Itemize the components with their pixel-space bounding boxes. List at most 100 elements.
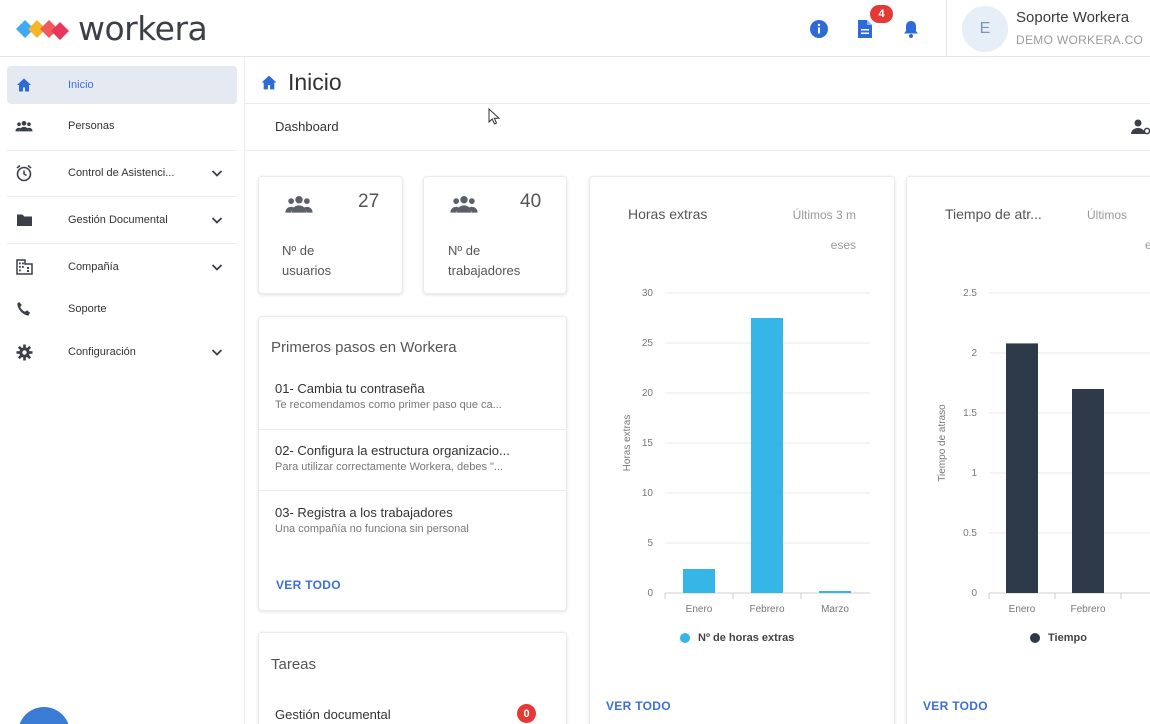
y-axis-title: Tiempo de atraso <box>937 404 948 482</box>
sidebar: Inicio Personas Control de Asistenci... … <box>0 57 245 724</box>
sidebar-item-label: Control de Asistenci... <box>68 167 175 179</box>
step-title: 02- Configura la estructura organizacio.… <box>275 443 510 458</box>
x-tick-label: Marzo <box>821 604 849 615</box>
phone-icon <box>15 300 33 318</box>
home-icon <box>15 76 33 94</box>
sidebar-item-label: Personas <box>68 120 115 132</box>
step-title: 03- Registra a los trabajadores <box>275 505 453 520</box>
logo-text: workera <box>78 9 208 48</box>
stat-label: Nº de usuarios <box>282 243 332 278</box>
stat-value: 27 <box>358 191 380 212</box>
chevron-down-icon <box>211 264 223 271</box>
overtime-bar-chart: 0 5 10 15 20 25 30 Enero Febrero Marzo Horas extra… <box>622 288 870 615</box>
sidebar-item-configuracion[interactable]: Configuración <box>7 333 237 371</box>
chart-legend[interactable]: Tiempo <box>1030 632 1087 644</box>
divider <box>259 429 567 430</box>
step-item[interactable]: 01- Cambia tu contraseña Te recomendamos… <box>259 381 567 441</box>
task-label[interactable]: Gestión documental <box>275 707 391 722</box>
divider <box>259 490 567 491</box>
x-tick-label: Febrero <box>1070 604 1105 615</box>
card-title: Primeros pasos en Workera <box>271 339 457 356</box>
sidebar-item-inicio[interactable]: Inicio <box>7 66 237 104</box>
people-icon <box>450 196 478 213</box>
chevron-down-icon <box>211 349 223 356</box>
stat-card-workers[interactable]: 40 Nº de trabajadores <box>423 176 567 294</box>
y-tick-label: 25 <box>642 338 654 349</box>
bar[interactable] <box>1006 343 1038 593</box>
divider <box>245 150 1150 151</box>
user-name[interactable]: Soporte Workera <box>1016 9 1129 26</box>
workera-logo-icon <box>16 20 69 40</box>
sidebar-item-label: Compañía <box>68 261 119 273</box>
delay-chart-card: Tiempo de atr... Últimos e 0 0.5 1 1.5 2 2.5 E… <box>906 176 1150 724</box>
step-title: 01- Cambia tu contraseña <box>275 381 425 396</box>
sidebar-item-control-asistencia[interactable]: Control de Asistenci... <box>7 154 237 192</box>
step-description: Para utilizar correctamente Workera, deb… <box>275 461 504 473</box>
stat-card-users[interactable]: 27 Nº de usuarios <box>258 176 403 294</box>
sidebar-item-label: Inicio <box>68 79 94 91</box>
stat-value: 40 <box>520 191 542 212</box>
step-description: Te recomendamos como primer paso que ca.… <box>275 399 502 411</box>
y-tick-label: 1.5 <box>963 408 977 419</box>
tab-dashboard[interactable]: Dashboard <box>275 119 339 134</box>
x-tick-label: Enero <box>686 604 713 615</box>
bar[interactable] <box>683 569 715 593</box>
chevron-down-icon <box>211 170 223 177</box>
people-settings-icon[interactable] <box>1130 118 1150 136</box>
workera-logo[interactable]: workera <box>14 9 208 48</box>
sidebar-item-label: Soporte <box>68 303 107 315</box>
y-tick-label: 5 <box>647 538 653 549</box>
user-avatar[interactable]: E <box>962 6 1008 52</box>
user-company: DEMO WORKERA.CO <box>1016 33 1144 47</box>
chevron-down-icon <box>211 217 223 224</box>
y-tick-label: 20 <box>642 388 654 399</box>
view-all-link[interactable]: VER TODO <box>606 699 671 713</box>
legend-swatch <box>680 633 690 643</box>
header-divider <box>946 0 947 57</box>
home-icon <box>261 75 277 89</box>
page-title: Inicio <box>288 68 342 95</box>
sidebar-item-personas[interactable]: Personas <box>7 107 237 145</box>
mouse-cursor-icon <box>488 108 500 125</box>
bar[interactable] <box>751 318 783 593</box>
people-icon <box>285 196 313 213</box>
top-header: workera 4 E Soporte Workera DEMO WORKERA… <box>0 0 1150 57</box>
card-title: Tareas <box>271 656 317 673</box>
sidebar-divider <box>7 150 237 151</box>
step-description: Una compañía no funciona sin personal <box>275 523 469 535</box>
people-icon <box>15 117 33 135</box>
first-steps-card: Primeros pasos en Workera 01- Cambia tu … <box>258 316 567 611</box>
divider <box>245 103 1150 104</box>
bar[interactable] <box>819 591 851 593</box>
x-tick-label: Febrero <box>749 604 784 615</box>
bell-icon[interactable] <box>900 18 922 40</box>
sidebar-item-label: Configuración <box>68 346 136 358</box>
notification-badge: 4 <box>870 5 893 23</box>
sidebar-item-gestion-documental[interactable]: Gestión Documental <box>7 201 237 239</box>
bar[interactable] <box>1072 389 1104 593</box>
y-tick-label: 30 <box>642 288 654 299</box>
chart-legend[interactable]: Nº de horas extras <box>680 632 794 644</box>
stat-label: Nº de trabajadores <box>448 243 521 278</box>
sidebar-item-soporte[interactable]: Soporte <box>7 290 237 328</box>
delay-bar-chart: 00.511.522.5EneroFebreroMTiempo de atras… <box>937 288 1150 615</box>
y-axis-title: Horas extras <box>622 415 633 472</box>
view-all-link[interactable]: VER TODO <box>923 699 988 713</box>
y-tick-label: 0.5 <box>963 528 977 539</box>
tasks-card: Tareas Gestión documental 0 <box>258 632 567 724</box>
y-tick-label: 10 <box>642 488 654 499</box>
gear-icon <box>15 343 33 361</box>
view-all-link[interactable]: VER TODO <box>276 578 341 592</box>
step-item[interactable]: 02- Configura la estructura organizacio.… <box>259 443 567 503</box>
page-heading: Inicio <box>260 68 342 96</box>
info-icon[interactable] <box>808 18 830 40</box>
y-tick-label: 15 <box>642 438 654 449</box>
legend-label: Tiempo <box>1048 632 1087 644</box>
y-tick-label: 1 <box>971 468 977 479</box>
document-icon[interactable] <box>854 18 876 40</box>
building-icon <box>15 258 33 276</box>
sidebar-item-compania[interactable]: Compañía <box>7 248 237 286</box>
task-count-badge: 0 <box>517 704 536 723</box>
alarm-clock-icon <box>15 164 33 182</box>
step-item[interactable]: 03- Registra a los trabajadores Una comp… <box>259 505 567 565</box>
